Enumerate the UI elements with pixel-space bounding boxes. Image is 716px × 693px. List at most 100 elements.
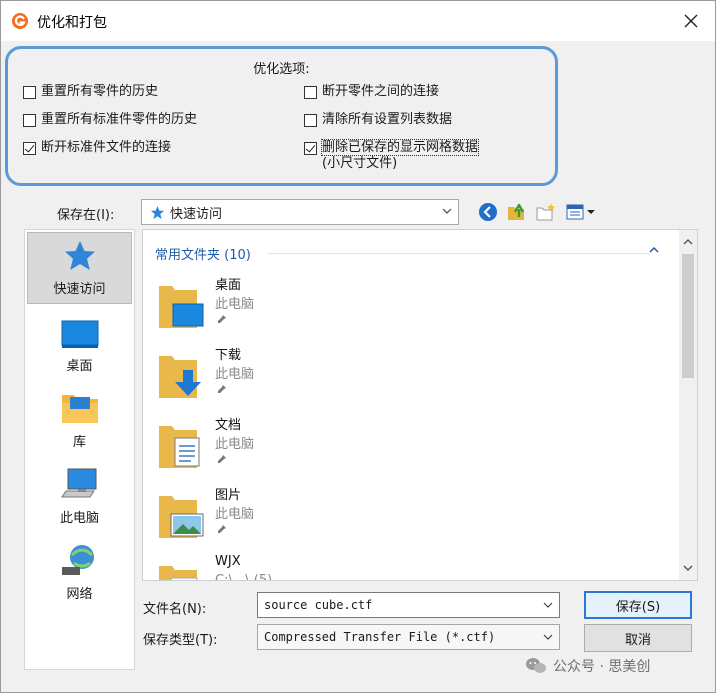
- option-reset-part-history[interactable]: 重置所有零件的历史: [23, 84, 158, 100]
- file-type-value: Compressed Transfer File (*.ctf): [264, 630, 496, 644]
- back-arrow-icon: [479, 203, 497, 221]
- list-item[interactable]: 桌面 此电脑: [157, 274, 577, 340]
- wechat-icon: [526, 658, 546, 673]
- chevron-down-icon: [543, 634, 553, 640]
- place-label: 库: [72, 435, 86, 450]
- item-location: C:\...\ (5): [215, 573, 273, 581]
- view-details-icon: [566, 204, 595, 220]
- option-clear-settings-list-data[interactable]: 清除所有设置列表数据: [304, 112, 452, 128]
- vertical-scrollbar[interactable]: [679, 230, 697, 580]
- list-item[interactable]: 文档 此电脑: [157, 414, 577, 480]
- group-divider: [267, 253, 649, 254]
- up-folder-button[interactable]: [506, 201, 528, 223]
- watermark: 公众号 · 思美创: [525, 656, 650, 676]
- chevron-up-icon[interactable]: [649, 246, 659, 254]
- item-name: 文档: [215, 418, 242, 433]
- option-break-part-links[interactable]: 断开零件之间的连接: [304, 84, 439, 100]
- options-title: 优化选项:: [253, 62, 310, 77]
- item-location: 此电脑: [215, 507, 255, 522]
- scrollbar-thumb[interactable]: [682, 254, 694, 378]
- option-delete-display-mesh-data[interactable]: 删除已保存的显示网格数据 (小尺寸文件): [304, 139, 480, 172]
- cancel-button-label: 取消: [624, 632, 651, 648]
- computer-icon: [60, 468, 96, 498]
- option-sublabel: (小尺寸文件): [322, 156, 398, 171]
- cancel-button[interactable]: 取消: [584, 624, 692, 652]
- file-type-label: 保存类型(T):: [143, 633, 218, 648]
- item-location: 此电脑: [215, 367, 255, 382]
- save-in-combo[interactable]: 快速访问: [141, 199, 459, 225]
- option-label: 删除已保存的显示网格数据: [320, 139, 480, 156]
- title-bar: 优化和打包: [1, 1, 715, 41]
- window-title: 优化和打包: [37, 15, 107, 31]
- documents-folder-icon: [159, 426, 200, 468]
- quick-access-star-icon: [150, 205, 165, 219]
- place-this-pc[interactable]: 此电脑: [27, 460, 132, 532]
- folder-icon: [159, 566, 198, 580]
- pictures-folder-icon: [159, 496, 204, 538]
- item-name: WJX: [215, 554, 241, 569]
- up-folder-icon: [508, 203, 525, 220]
- chevron-down-icon[interactable]: [543, 600, 553, 610]
- save-button-label: 保存(S): [615, 599, 661, 615]
- list-item[interactable]: WJX C:\...\ (5): [157, 554, 577, 581]
- chevron-down-icon: [442, 208, 452, 214]
- checkbox[interactable]: [304, 86, 317, 99]
- optimize-pack-dialog: 优化和打包 优化选项: 重置所有零件的历史 断开零件之间的连接 重置所有标准件零…: [0, 0, 716, 693]
- optimization-options-group: 优化选项: 重置所有零件的历史 断开零件之间的连接 重置所有标准件零件的历史 清…: [5, 46, 558, 186]
- place-label: 桌面: [66, 359, 93, 374]
- scroll-down-arrow-icon[interactable]: [683, 564, 693, 572]
- checkbox[interactable]: [23, 86, 36, 99]
- desktop-icon: [61, 320, 98, 348]
- place-label: 网络: [66, 587, 93, 602]
- save-in-value: 快速访问: [170, 206, 223, 222]
- view-menu-button[interactable]: [565, 201, 597, 223]
- checkbox-checked[interactable]: [304, 142, 317, 155]
- place-quick-access[interactable]: 快速访问: [27, 232, 132, 304]
- watermark-text: 公众号 · 思美创: [553, 659, 651, 675]
- list-item[interactable]: 下载 此电脑: [157, 344, 577, 410]
- item-location: 此电脑: [215, 297, 255, 312]
- close-button[interactable]: [677, 7, 705, 35]
- file-list[interactable]: 常用文件夹 (10) 桌面 此电脑 下载 此电脑 文档 此电脑 图片 此电脑 W…: [142, 229, 698, 581]
- places-bar: 快速访问 桌面 库 此电脑 网络: [24, 229, 135, 670]
- option-label: 重置所有标准件零件的历史: [41, 112, 198, 127]
- checkbox[interactable]: [23, 114, 36, 127]
- pin-icon: [218, 313, 226, 323]
- place-label: 此电脑: [59, 511, 99, 526]
- file-name-input[interactable]: source cube.ctf: [257, 592, 560, 618]
- quick-access-star-icon: [64, 241, 95, 270]
- file-name-value: source cube.ctf: [264, 598, 373, 612]
- option-label: 断开零件之间的连接: [322, 84, 440, 99]
- back-button[interactable]: [477, 201, 499, 223]
- item-name: 图片: [215, 488, 242, 503]
- new-folder-button[interactable]: [535, 201, 557, 223]
- place-desktop[interactable]: 桌面: [27, 308, 132, 380]
- save-button[interactable]: 保存(S): [584, 591, 692, 619]
- pin-icon: [218, 383, 226, 393]
- item-name: 桌面: [215, 278, 242, 293]
- library-icon: [61, 395, 98, 423]
- option-label-block: 删除已保存的显示网格数据 (小尺寸文件): [320, 139, 480, 172]
- option-reset-standard-part-history[interactable]: 重置所有标准件零件的历史: [23, 112, 197, 128]
- checkbox-checked[interactable]: [23, 142, 36, 155]
- place-label: 快速访问: [53, 282, 106, 297]
- group-header-frequent-folders[interactable]: 常用文件夹 (10): [155, 244, 251, 263]
- network-icon: [61, 545, 94, 575]
- downloads-folder-icon: [159, 356, 201, 398]
- checkbox[interactable]: [304, 114, 317, 127]
- desktop-folder-icon: [159, 286, 204, 328]
- option-break-standard-file-links[interactable]: 断开标准件文件的连接: [23, 140, 171, 156]
- save-in-label: 保存在(I):: [57, 208, 115, 223]
- close-icon: [684, 14, 698, 28]
- scroll-up-arrow-icon[interactable]: [683, 238, 693, 246]
- list-item[interactable]: 图片 此电脑: [157, 484, 577, 550]
- app-logo-icon: [12, 13, 28, 29]
- option-label: 重置所有零件的历史: [41, 84, 159, 99]
- place-network[interactable]: 网络: [27, 536, 132, 608]
- file-type-select[interactable]: Compressed Transfer File (*.ctf): [257, 624, 560, 650]
- item-location: 此电脑: [215, 437, 255, 452]
- option-label: 清除所有设置列表数据: [322, 112, 453, 127]
- file-name-label: 文件名(N):: [143, 602, 207, 617]
- place-library[interactable]: 库: [27, 384, 132, 456]
- item-name: 下载: [215, 348, 242, 363]
